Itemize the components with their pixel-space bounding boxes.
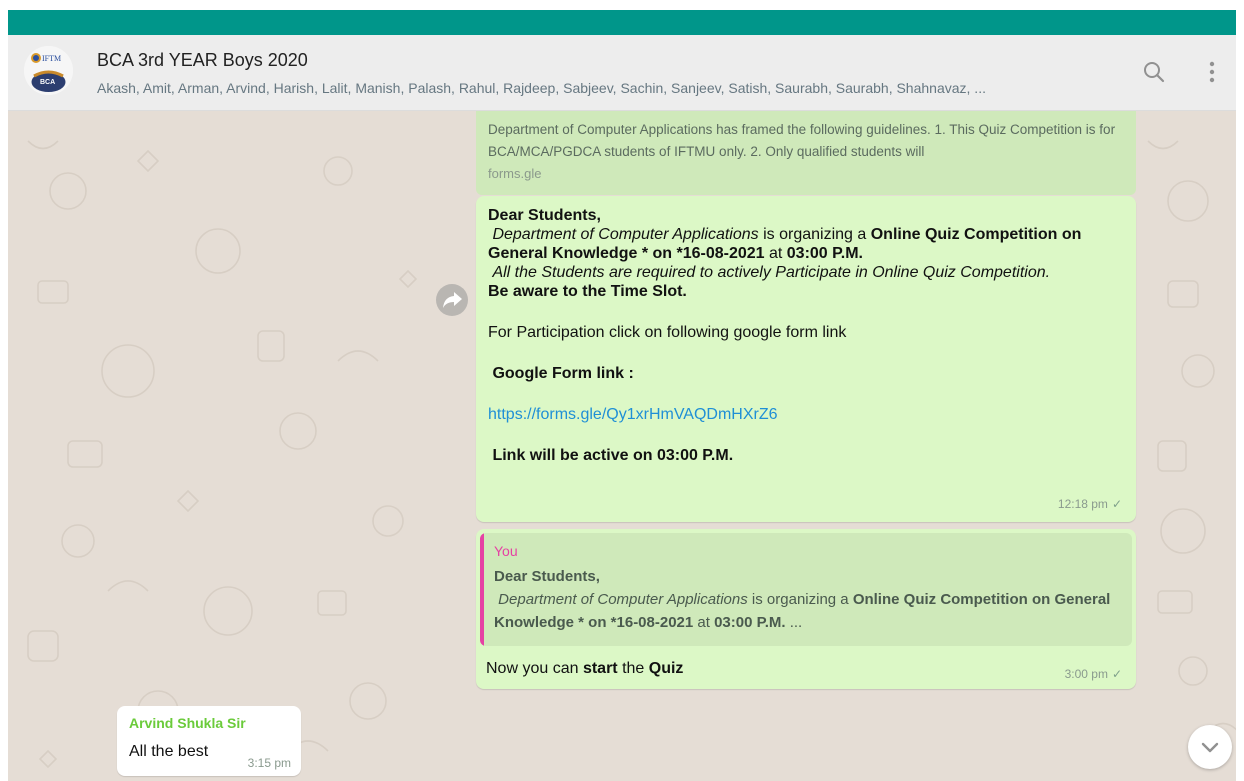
sender-name[interactable]: Arvind Shukla Sir: [129, 715, 246, 731]
group-name[interactable]: BCA 3rd YEAR Boys 2020: [97, 50, 308, 71]
chat-header[interactable]: IFTM BCA BCA 3rd YEAR Boys 2020 Akash, A…: [8, 35, 1236, 111]
quote-body: Dear Students, Department of Computer Ap…: [494, 568, 1111, 631]
message-line: For Participation click on following goo…: [488, 324, 847, 341]
quoted-message[interactable]: You Dear Students, Department of Compute…: [480, 533, 1132, 646]
message-line: Google Form link :: [492, 365, 634, 382]
message-bubble-outgoing[interactable]: Dear Students, Department of Computer Ap…: [476, 196, 1136, 522]
sent-check-icon: ✓: [1111, 667, 1122, 681]
chevron-down-icon: [1201, 742, 1219, 753]
message-timestamp: 3:15 pm: [247, 756, 291, 770]
message-bubble-outgoing[interactable]: You Dear Students, Department of Compute…: [476, 529, 1136, 689]
forward-button[interactable]: [436, 284, 468, 316]
group-members: Akash, Amit, Arman, Arvind, Harish, Lali…: [97, 80, 986, 96]
message-timestamp: 3:00 pm ✓: [1064, 667, 1122, 681]
scroll-down-button[interactable]: [1188, 725, 1232, 769]
group-avatar[interactable]: IFTM BCA: [24, 46, 73, 95]
message-text: Now you can start the Quiz: [486, 660, 684, 677]
dept-name: Department of Computer Applications: [492, 226, 759, 243]
app-top-bar: [8, 10, 1236, 35]
message-text: All the best: [129, 743, 209, 760]
link-preview-domain: forms.gle: [488, 166, 542, 181]
quote-author: You: [494, 543, 518, 559]
forward-icon: [443, 292, 462, 308]
message-line: Link will be active on 03:00 P.M.: [492, 447, 734, 464]
message-bubble-incoming[interactable]: Arvind Shukla Sir All the best 3:15 pm: [117, 706, 301, 776]
svg-text:BCA: BCA: [40, 79, 55, 86]
message-line: Be aware to the Time Slot.: [488, 283, 687, 300]
menu-icon[interactable]: [1199, 59, 1225, 85]
sent-check-icon: ✓: [1111, 497, 1122, 511]
google-form-link[interactable]: https://forms.gle/Qy1xrHmVAQDmHXrZ6: [488, 406, 778, 423]
svg-text:IFTM: IFTM: [42, 54, 61, 63]
search-icon[interactable]: [1141, 59, 1167, 85]
message-line: All the Students are required to activel…: [492, 264, 1051, 281]
quote-accent-bar: [480, 533, 484, 646]
message-greeting: Dear Students,: [488, 207, 601, 224]
link-preview-description: Department of Computer Applications has …: [488, 122, 1116, 159]
message-timestamp: 12:18 pm ✓: [1057, 497, 1122, 511]
link-preview[interactable]: Department of Computer Applications has …: [476, 111, 1136, 195]
